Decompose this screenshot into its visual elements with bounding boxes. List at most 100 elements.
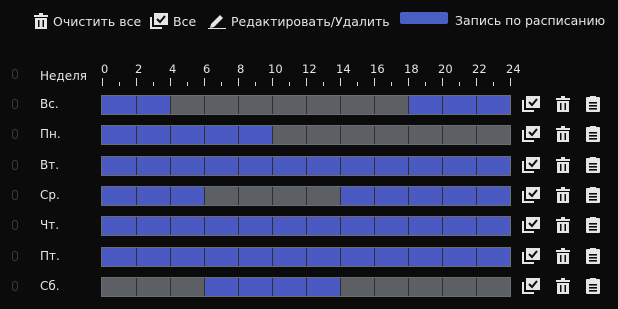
hour-tick-mark [306, 78, 307, 86]
copy-check-icon[interactable] [522, 96, 540, 114]
scheduled-segment[interactable] [408, 96, 510, 114]
track-divider [136, 186, 137, 205]
day-label: Вс. [40, 97, 59, 111]
day-row: Ср. [0, 185, 618, 207]
track-divider [136, 156, 137, 175]
trash-icon [34, 13, 48, 29]
hour-minor-tick [425, 82, 426, 86]
hour-tick-mark [374, 78, 375, 86]
hour-tick-mark [476, 78, 477, 86]
schedule-track[interactable] [101, 125, 511, 146]
trash-icon[interactable] [556, 277, 574, 296]
track-divider [272, 277, 273, 296]
track-divider [204, 126, 205, 145]
schedule-track[interactable] [101, 216, 511, 237]
grip-icon[interactable] [12, 129, 18, 141]
trash-icon[interactable] [556, 186, 574, 205]
edit-delete-label: Редактировать/Удалить [231, 13, 390, 29]
schedule-track[interactable] [101, 95, 511, 115]
copy-check-icon[interactable] [522, 217, 540, 235]
track-divider [408, 96, 409, 114]
track-divider [340, 247, 341, 266]
hour-tick-mark [510, 78, 511, 86]
copy-check-icon[interactable] [522, 277, 540, 296]
track-divider [272, 247, 273, 266]
track-divider [170, 247, 171, 266]
trash-icon[interactable] [556, 217, 574, 235]
paste-icon[interactable] [586, 217, 604, 235]
edit-delete-button[interactable]: Редактировать/Удалить [208, 12, 390, 30]
paste-icon[interactable] [586, 126, 604, 144]
trash-icon[interactable] [556, 126, 574, 144]
select-all-button[interactable]: Все [150, 12, 196, 30]
day-label: Ср. [40, 187, 60, 202]
track-divider [442, 217, 443, 236]
day-row: Пн. [0, 124, 618, 146]
copy-check-icon[interactable] [522, 156, 540, 175]
hour-minor-tick [187, 82, 188, 86]
schedule-track[interactable] [101, 246, 511, 267]
day-row: Вс. [0, 94, 618, 116]
day-row: Пт. [0, 246, 618, 268]
track-divider [170, 277, 171, 296]
grip-icon[interactable] [12, 159, 18, 172]
track-divider [204, 247, 205, 266]
track-divider [306, 247, 307, 266]
clear-all-label: Очистить все [53, 13, 142, 29]
hour-minor-tick [323, 82, 324, 86]
track-divider [204, 217, 205, 236]
day-label: Сб. [40, 278, 60, 293]
hour-minor-tick [255, 82, 256, 86]
track-divider [374, 156, 375, 175]
paste-icon[interactable] [586, 156, 604, 175]
clear-all-button[interactable]: Очистить все [34, 12, 141, 30]
day-row: Сб. [0, 276, 618, 298]
schedule-track[interactable] [101, 155, 511, 176]
paste-icon[interactable] [586, 247, 604, 266]
track-divider [408, 156, 409, 175]
track-divider [374, 186, 375, 205]
track-divider [170, 156, 171, 175]
hour-tick-label: 24 [506, 62, 521, 76]
track-divider [476, 186, 477, 205]
grip-icon[interactable] [12, 280, 18, 293]
grip-icon[interactable] [12, 99, 18, 111]
trash-icon[interactable] [556, 96, 574, 114]
schedule-track[interactable] [101, 276, 511, 297]
hour-tick-label: 12 [302, 62, 317, 76]
legend-swatch-scheduled [400, 12, 448, 24]
track-divider [204, 156, 205, 175]
track-divider [374, 277, 375, 296]
track-divider [476, 156, 477, 175]
paste-icon[interactable] [586, 277, 604, 296]
trash-icon[interactable] [556, 247, 574, 266]
track-divider [340, 186, 341, 205]
trash-icon[interactable] [556, 156, 574, 175]
week-label: Неделя [40, 69, 87, 83]
grip-icon[interactable] [12, 189, 18, 202]
track-divider [170, 126, 171, 145]
track-divider [476, 126, 477, 145]
copy-check-icon[interactable] [522, 247, 540, 266]
hour-tick-mark [136, 78, 137, 86]
track-divider [408, 277, 409, 296]
scheduled-segment[interactable] [102, 126, 272, 145]
grip-icon[interactable] [12, 220, 18, 232]
track-divider [374, 96, 375, 114]
scheduled-segment[interactable] [102, 186, 204, 205]
track-divider [136, 247, 137, 266]
hour-minor-tick [153, 82, 154, 86]
grip-icon[interactable] [12, 250, 18, 263]
hour-tick-label: 16 [370, 62, 385, 76]
scheduled-segment[interactable] [340, 186, 510, 205]
hour-minor-tick [119, 82, 120, 86]
track-divider [306, 126, 307, 145]
hour-minor-tick [357, 82, 358, 86]
paste-icon[interactable] [586, 96, 604, 114]
schedule-track[interactable] [101, 185, 511, 206]
copy-check-icon[interactable] [522, 126, 540, 144]
track-divider [306, 96, 307, 114]
track-divider [170, 186, 171, 205]
paste-icon[interactable] [586, 186, 604, 205]
copy-check-icon[interactable] [522, 186, 540, 205]
